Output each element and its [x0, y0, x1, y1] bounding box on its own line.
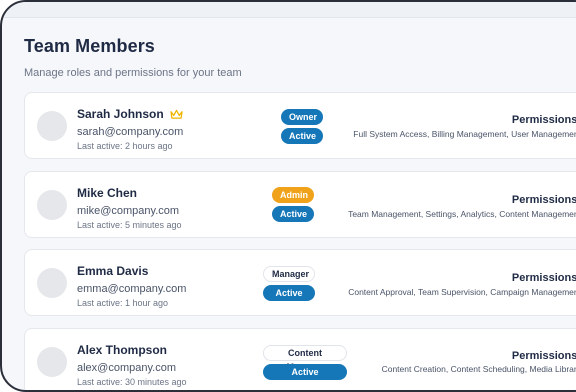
status-badge: Active — [263, 364, 347, 380]
avatar — [37, 346, 67, 377]
member-card[interactable]: Sarah Johnson sarah@company.com Last act… — [24, 92, 576, 159]
permissions-list: Full System Access, Billing Management, … — [353, 129, 576, 139]
role-badge-owner: Owner — [281, 109, 323, 125]
top-bar — [2, 2, 576, 18]
member-name: Sarah Johnson — [77, 107, 164, 121]
member-name: Alex Thompson — [77, 343, 168, 357]
badge-group: Owner Active — [281, 109, 323, 144]
member-info: Mike Chen mike@company.com Last active: … — [77, 186, 182, 230]
page-header: Team Members Manage roles and permission… — [24, 36, 242, 79]
page-subtitle: Manage roles and permissions for your te… — [24, 67, 242, 79]
member-last-active: Last active: 1 hour ago — [77, 298, 169, 308]
member-name-row: Mike Chen — [77, 186, 182, 200]
role-badge-admin: Admin — [272, 187, 314, 203]
member-info: Alex Thompson alex@company.com Last acti… — [77, 343, 187, 387]
permissions-label: Permissions: — [511, 272, 576, 284]
permissions-label: Permissions: — [511, 194, 576, 206]
permissions-list: Team Management, Settings, Analytics, Co… — [348, 209, 576, 219]
badge-group: Admin Active — [272, 187, 314, 222]
status-badge: Active — [281, 128, 323, 144]
badge-group: Manager Active — [263, 266, 315, 301]
member-card[interactable]: Alex Thompson alex@company.com Last acti… — [24, 328, 576, 390]
status-badge: Active — [263, 285, 315, 301]
member-card[interactable]: Mike Chen mike@company.com Last active: … — [24, 171, 576, 238]
badge-group: Content Manager Active — [263, 345, 347, 380]
member-name-row: Alex Thompson — [77, 343, 187, 357]
permissions-list: Content Creation, Content Scheduling, Me… — [381, 364, 576, 374]
member-info: Sarah Johnson sarah@company.com Last act… — [77, 107, 183, 151]
member-name: Mike Chen — [77, 186, 138, 200]
permissions-label: Permissions: — [511, 350, 576, 362]
avatar — [37, 189, 67, 220]
member-card[interactable]: Emma Davis emma@company.com Last active:… — [24, 249, 576, 316]
member-name: Emma Davis — [77, 264, 149, 278]
status-badge: Active — [272, 206, 314, 222]
avatar — [37, 110, 67, 141]
avatar — [37, 267, 67, 298]
member-email: sarah@company.com — [77, 126, 184, 138]
member-last-active: Last active: 30 minutes ago — [77, 377, 187, 387]
role-badge-content-manager: Content Manager — [263, 345, 347, 372]
page-title: Team Members — [24, 36, 155, 56]
permissions-list: Content Approval, Team Supervision, Camp… — [348, 287, 576, 297]
member-name-row: Emma Davis — [77, 264, 186, 278]
role-badge-manager: Manager — [263, 266, 315, 282]
member-email: alex@company.com — [77, 362, 176, 374]
member-name-row: Sarah Johnson — [77, 107, 183, 121]
member-email: mike@company.com — [77, 205, 180, 217]
app-frame: Team Members Manage roles and permission… — [0, 0, 576, 392]
member-email: emma@company.com — [77, 283, 187, 295]
permissions-label: Permissions: — [511, 114, 576, 126]
member-last-active: Last active: 2 hours ago — [77, 141, 173, 151]
member-info: Emma Davis emma@company.com Last active:… — [77, 264, 186, 308]
member-last-active: Last active: 5 minutes ago — [77, 220, 182, 230]
crown-icon — [170, 109, 183, 119]
